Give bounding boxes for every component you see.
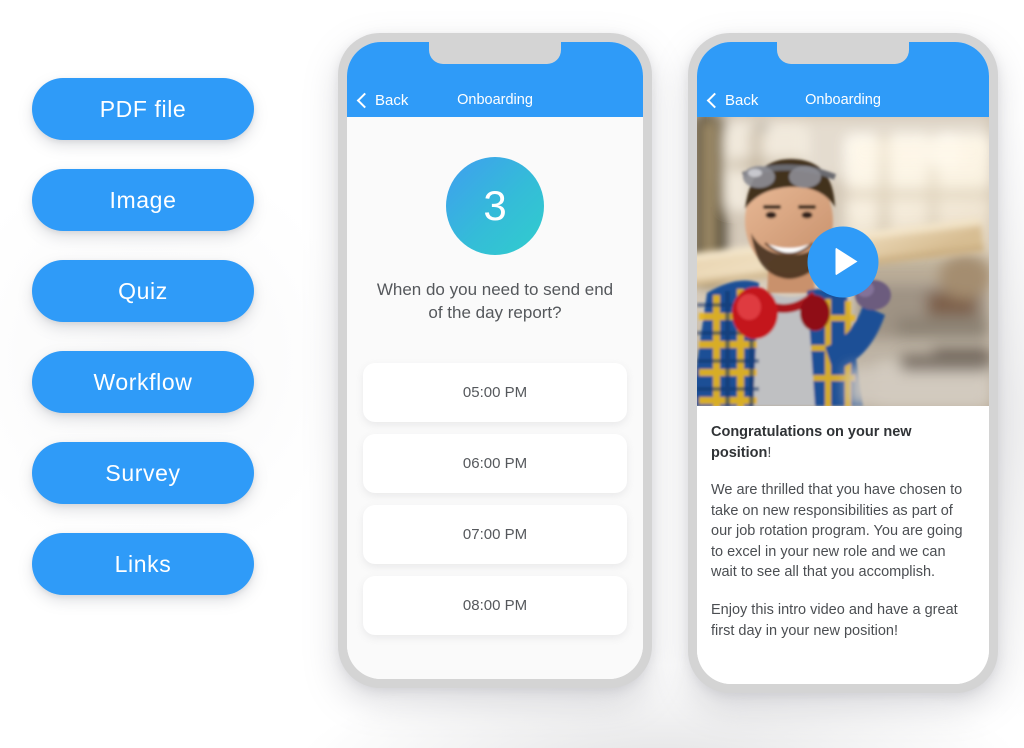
workflow-button-label: Workflow [93,368,193,395]
video-message: Congratulations on your new position! We… [697,406,989,653]
quiz-screen: Back Onboarding 3 When do you need to se… [347,42,643,679]
video-message-paragraph-2: Enjoy this intro video and have a great … [711,602,958,639]
quiz-body: 3 When do you need to send end of the da… [347,117,643,679]
quiz-option-4-label: 08:00 PM [462,596,528,614]
video-message-heading-bang: ! [767,444,772,461]
video-screen: Back Onboarding Congratulations on your … [697,42,989,684]
chevron-left-icon [356,92,373,108]
phone-mockup-video: Back Onboarding Congratulations on your … [688,33,998,693]
video-thumbnail[interactable] [697,117,989,406]
pdf-file-button[interactable]: PDF file [32,78,254,140]
workflow-button[interactable]: Workflow [32,351,254,413]
survey-button[interactable]: Survey [32,442,254,504]
quiz-step-badge: 3 [446,157,544,255]
video-back-label: Back [725,92,759,109]
video-message-heading: Congratulations on your new position [711,424,912,461]
video-message-heading-line: Congratulations on your new position! [711,422,975,463]
video-body: Congratulations on your new position! We… [697,117,989,684]
pdf-file-button-label: PDF file [99,95,187,122]
phone-notch [429,42,561,64]
quiz-question-text: When do you need to send end of the day … [376,280,614,322]
phone-notch [777,42,909,64]
quiz-back-label: Back [375,92,409,109]
chevron-left-icon [706,92,723,108]
image-button-label: Image [109,186,177,213]
quiz-button[interactable]: Quiz [32,260,254,322]
play-triangle [835,247,857,276]
survey-button-label: Survey [105,459,181,486]
quiz-option-3[interactable]: 07:00 PM [363,504,627,564]
quiz-option-2[interactable]: 06:00 PM [363,433,627,493]
links-button-label: Links [114,550,172,577]
quiz-option-3-label: 07:00 PM [462,525,528,543]
quiz-option-1[interactable]: 05:00 PM [363,362,627,422]
image-button[interactable]: Image [32,169,254,231]
quiz-back-button[interactable]: Back [356,92,409,109]
quiz-button-label: Quiz [118,277,168,304]
video-message-paragraph-1: We are thrilled that you have chosen to … [711,482,963,581]
phone-mockup-quiz: Back Onboarding 3 When do you need to se… [338,33,652,688]
quiz-option-2-label: 06:00 PM [462,454,528,472]
quiz-option-4[interactable]: 08:00 PM [363,575,627,635]
links-button[interactable]: Links [32,533,254,595]
mockup-canvas: PDF file Image Quiz Workflow Survey Link… [0,0,1024,748]
play-icon[interactable] [807,226,879,297]
quiz-option-list: 05:00 PM 06:00 PM 07:00 PM 08:00 PM [363,362,627,635]
video-back-button[interactable]: Back [706,92,759,109]
content-type-button-list: PDF file Image Quiz Workflow Survey Link… [32,78,254,595]
quiz-option-1-label: 05:00 PM [462,383,528,401]
